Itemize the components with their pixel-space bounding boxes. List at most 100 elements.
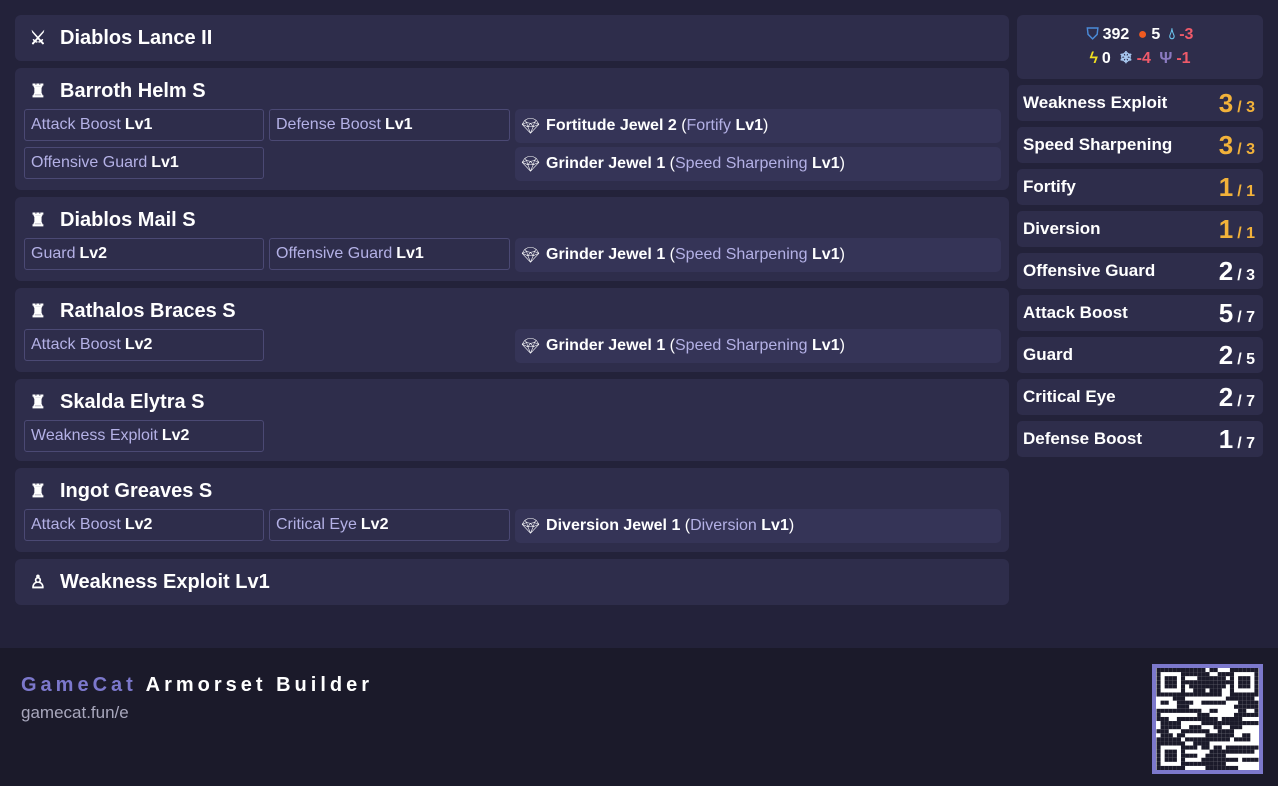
skill-box: Defense Boost Lv1 bbox=[269, 109, 510, 141]
thunder-icon: ϟ bbox=[1089, 50, 1098, 67]
skill-level: 3 bbox=[1218, 129, 1234, 160]
skill-name: Critical Eye bbox=[1023, 387, 1116, 406]
jewel-level: Lv1 bbox=[812, 155, 840, 172]
waist-icon: ♜ bbox=[29, 391, 47, 412]
skill-name: Attack Boost bbox=[31, 516, 121, 533]
skill-name: Offensive Guard bbox=[31, 154, 148, 171]
armor-card[interactable]: ♜ Barroth Helm S Attack Boost Lv1 Defense Bo… bbox=[15, 68, 1009, 190]
skill-box: Offensive Guard Lv1 bbox=[269, 238, 510, 270]
skill-name: Speed Sharpening bbox=[1023, 135, 1173, 154]
jewel-level: Lv1 bbox=[761, 517, 789, 534]
weapon-card[interactable]: ⚔ Diablos Lance II bbox=[15, 15, 1009, 61]
jewel-slot[interactable]: 💎︎ Fortitude Jewel 2 (Fortify Lv1) bbox=[515, 109, 1001, 143]
skill-name: Attack Boost bbox=[31, 116, 121, 133]
skill-summary-row: Fortify 1/ 1 bbox=[1017, 169, 1263, 205]
skill-level: Lv2 bbox=[124, 516, 153, 533]
skill-level: 2 bbox=[1218, 255, 1234, 286]
jewel-skill: Speed Sharpening bbox=[675, 246, 808, 263]
skill-level: 2 bbox=[1218, 381, 1234, 412]
arms-icon: ♜ bbox=[29, 300, 47, 321]
skill-level: Lv2 bbox=[161, 427, 190, 444]
jewel-skill: Fortify bbox=[686, 117, 731, 134]
charm-icon: ♙ bbox=[29, 571, 47, 592]
skill-max: / 1 bbox=[1237, 224, 1255, 242]
skill-box: Attack Boost Lv2 bbox=[24, 329, 264, 361]
skill-summary-row: Critical Eye 2/ 7 bbox=[1017, 379, 1263, 415]
skill-name: Defense Boost bbox=[1023, 429, 1143, 448]
skill-box: Weakness Exploit Lv2 bbox=[24, 420, 264, 452]
skill-summary-row: Attack Boost 5/ 7 bbox=[1017, 295, 1263, 331]
skill-max: / 7 bbox=[1237, 392, 1255, 410]
weapon-name: Diablos Lance II bbox=[60, 26, 213, 49]
footer-url[interactable]: gamecat.fun/e bbox=[21, 703, 129, 723]
thunder-res: 0 bbox=[1101, 50, 1111, 67]
skill-summary-row: Weakness Exploit 3/ 3 bbox=[1017, 85, 1263, 121]
armor-card[interactable]: ♜ Skalda Elytra S Weakness Exploit Lv2 bbox=[15, 379, 1009, 461]
armor-card[interactable]: ♜ Rathalos Braces S Attack Boost Lv2 💎︎ Grind… bbox=[15, 288, 1009, 372]
skill-summary-row: Speed Sharpening 3/ 3 bbox=[1017, 127, 1263, 163]
skill-level: 5 bbox=[1218, 297, 1234, 328]
jewel-slot[interactable]: 💎︎ Grinder Jewel 1 (Speed Sharpening Lv1) bbox=[515, 238, 1001, 272]
jewel-level: Lv1 bbox=[735, 117, 764, 134]
skill-level: Lv2 bbox=[124, 336, 153, 353]
summary-panel: ⛉ 392 ● 5 💧︎ -3 ϟ0 ❄ -4 Ψ -1 Weakness Exploit… bbox=[1017, 15, 1263, 457]
charm-card[interactable]: ♙ Weakness Exploit Lv1 bbox=[15, 559, 1009, 605]
skill-summary-row: Offensive Guard 2/ 3 bbox=[1017, 253, 1263, 289]
skill-level: Lv2 bbox=[360, 516, 389, 533]
skill-max: / 1 bbox=[1237, 182, 1255, 200]
skill-box: Critical Eye Lv2 bbox=[269, 509, 510, 541]
jewel-icon: 💎︎ bbox=[521, 518, 541, 535]
armor-card[interactable]: ♜ Ingot Greaves S Attack Boost Lv2 Critical … bbox=[15, 468, 1009, 552]
jewel-icon: 💎︎ bbox=[521, 118, 541, 135]
skill-level: Lv1 bbox=[384, 116, 413, 133]
brand-title: Armorset Builder bbox=[145, 674, 374, 696]
fire-icon: ● bbox=[1137, 26, 1148, 43]
jewel-level: Lv1 bbox=[812, 246, 840, 263]
equipment-list: ⚔ Diablos Lance II ♜ Barroth Helm S Attack … bbox=[15, 15, 1009, 612]
skill-max: / 7 bbox=[1237, 308, 1255, 326]
skill-name: Fortify bbox=[1023, 177, 1076, 196]
skill-max: / 3 bbox=[1237, 98, 1255, 116]
ice-res: -4 bbox=[1136, 50, 1151, 67]
jewel-skill: Speed Sharpening bbox=[675, 337, 808, 354]
armor-card[interactable]: ♜ Diablos Mail S Guard Lv2 Offensive Guard Lv… bbox=[15, 197, 1009, 281]
dragon-res: -1 bbox=[1176, 50, 1191, 67]
skill-max: / 3 bbox=[1237, 140, 1255, 158]
jewel-slot[interactable]: 💎︎ Grinder Jewel 1 (Speed Sharpening Lv1) bbox=[515, 329, 1001, 363]
charm-name: Weakness Exploit Lv1 bbox=[60, 570, 270, 593]
jewel-name: Diversion Jewel 1 bbox=[546, 517, 681, 534]
jewel-name: Grinder Jewel 1 bbox=[546, 155, 666, 172]
dragon-icon: Ψ bbox=[1159, 50, 1173, 67]
skill-name: Attack Boost bbox=[1023, 303, 1128, 322]
skill-summary-row: Defense Boost 1/ 7 bbox=[1017, 421, 1263, 457]
water-res: -3 bbox=[1179, 26, 1194, 43]
skill-level: 1 bbox=[1218, 171, 1234, 202]
jewel-slot[interactable]: 💎︎ Grinder Jewel 1 (Speed Sharpening Lv1) bbox=[515, 147, 1001, 181]
jewel-slot[interactable]: 💎︎ Diversion Jewel 1 (Diversion Lv1) bbox=[515, 509, 1001, 543]
skill-max: / 7 bbox=[1237, 434, 1255, 452]
skill-name: Critical Eye bbox=[276, 516, 357, 533]
skill-summary-row: Guard 2/ 5 bbox=[1017, 337, 1263, 373]
skill-box: Guard Lv2 bbox=[24, 238, 264, 270]
chest-icon: ♜ bbox=[29, 209, 47, 230]
armor-name: Skalda Elytra S bbox=[60, 390, 205, 413]
armor-name: Rathalos Braces S bbox=[60, 299, 236, 322]
footer: GameCat Armorset Builder gamecat.fun/e bbox=[0, 648, 1278, 786]
jewel-level: Lv1 bbox=[812, 337, 840, 354]
jewel-name: Fortitude Jewel 2 bbox=[546, 117, 677, 134]
armor-name: Barroth Helm S bbox=[60, 79, 206, 102]
skill-level: 2 bbox=[1218, 339, 1234, 370]
footer-brand: GameCat Armorset Builder bbox=[21, 674, 373, 697]
defense-value: 392 bbox=[1102, 26, 1130, 43]
skill-name: Defense Boost bbox=[276, 116, 381, 133]
brand-name: GameCat bbox=[21, 674, 137, 696]
defense-icon: ⛉ bbox=[1086, 26, 1099, 43]
jewel-icon: 💎︎ bbox=[521, 156, 541, 173]
skill-level: Lv2 bbox=[79, 245, 108, 262]
skill-name: Offensive Guard bbox=[1023, 261, 1156, 280]
jewel-skill: Speed Sharpening bbox=[675, 155, 808, 172]
legs-icon: ♜ bbox=[29, 480, 47, 501]
lance-icon: ⚔ bbox=[29, 27, 47, 48]
armor-name: Diablos Mail S bbox=[60, 208, 196, 231]
jewel-name: Grinder Jewel 1 bbox=[546, 337, 666, 354]
